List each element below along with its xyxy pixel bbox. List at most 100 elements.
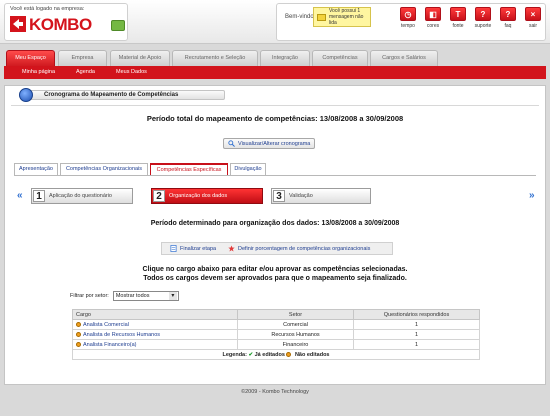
pending-status-icon [76, 321, 81, 327]
nav-tab-material-de-apoio[interactable]: Material de Apoio [110, 50, 170, 66]
cargo-cell[interactable]: Analista Comercial [72, 319, 238, 330]
table-row: Analista Financeiro(a) Financeiro 1 [72, 339, 480, 350]
finalize-step-label: Finalizar etapa [180, 245, 217, 252]
action-bar: Finalizar etapa Definir porcentagem de c… [161, 242, 393, 255]
setor-cell: Recursos Humanos [237, 329, 354, 340]
tab-divulgacao[interactable]: Divulgação [230, 163, 266, 175]
view-schedule-label: Visualizar/Alterar cronograma [238, 140, 311, 147]
kombo-logo-text: KOMBO [29, 15, 92, 34]
divider [11, 105, 539, 106]
legend-edited: Já editados [254, 351, 285, 358]
step-period: Período determinado para organização dos… [150, 220, 400, 227]
instruction-line-2: Todos os cargos devem ser aprovados para… [143, 275, 407, 282]
cargo-cell[interactable]: Analista de Recursos Humanos [72, 329, 238, 340]
tab-competencias-organizacionais[interactable]: Competências Organizacionais [60, 163, 148, 175]
tab-competencias-especificas[interactable]: Competências Específicas [150, 163, 228, 175]
quick-link-label: faq [504, 23, 512, 29]
chat-icon[interactable] [111, 20, 125, 31]
cargo-link[interactable]: Analista Financeiro(a) [83, 342, 137, 348]
nav-tab-integracao[interactable]: Integração [260, 50, 310, 66]
define-percentage-button[interactable]: Definir porcentagem de competências orga… [224, 243, 374, 254]
font-icon: T [450, 7, 466, 21]
sector-select[interactable]: Mostrar todos [112, 291, 179, 301]
setor-cell: Comercial [237, 319, 354, 330]
step-wizard: 1 Aplicação do questionário 2 Organizaçã… [31, 188, 371, 204]
document-icon [170, 245, 177, 252]
tab-apresentacao[interactable]: Apresentação [14, 163, 58, 175]
content-panel: Cronograma do Mapeamento de Competências… [4, 85, 546, 385]
nav-tab-cargos-salarios[interactable]: Cargos e Salários [370, 50, 438, 66]
step-label: Validação [289, 193, 313, 199]
message-notice[interactable]: Você possui 1 mensagem não lida [313, 7, 371, 27]
respondidos-cell: 1 [353, 319, 480, 330]
quick-link-faq[interactable]: ? faq [497, 7, 519, 29]
step-label: Aplicação do questionário [49, 193, 112, 199]
instruction-line-1: Clique no cargo abaixo para editar e/ou … [142, 266, 408, 273]
cargo-cell[interactable]: Analista Financeiro(a) [72, 339, 238, 350]
table-row: Analista de Recursos Humanos Recursos Hu… [72, 329, 480, 340]
legend-label: Legenda: [222, 351, 247, 358]
kombo-logo-icon [10, 16, 26, 32]
column-header-cargo: Cargo [72, 309, 238, 320]
step-label: Organização dos dados [169, 193, 228, 199]
column-header-setor: Setor [237, 309, 354, 320]
quick-link-sair[interactable]: × sair [522, 7, 544, 29]
top-bar: Você está logado na empresa: KOMBO Bem-v… [0, 0, 550, 44]
step-validacao[interactable]: 3 Validação [271, 188, 371, 204]
nav-tab-meu-espaco[interactable]: Meu Espaço [6, 50, 55, 66]
instructions: Clique no cargo abaixo para editar e/ou … [5, 265, 545, 283]
tab-divider [14, 175, 536, 176]
legend-cell: Legenda: ✔ Já editados Não editados [72, 349, 480, 360]
quick-link-fonte[interactable]: T fonte [447, 7, 469, 29]
pending-status-icon [76, 341, 81, 347]
sector-filter: Filtrar por setor: Mostrar todos [70, 291, 179, 301]
support-icon: ? [475, 7, 491, 21]
company-caption: Você está logado na empresa: [10, 6, 85, 12]
cargo-link[interactable]: Analista Comercial [83, 322, 129, 328]
nav-tab-competencias[interactable]: Competências [312, 50, 368, 66]
main-nav: Meu Espaço Empresa Material de Apoio Rec… [0, 48, 550, 66]
filter-label: Filtrar por setor: [70, 293, 109, 299]
view-schedule-button[interactable]: Visualizar/Alterar cronograma [223, 138, 316, 149]
subnav-meus-dados[interactable]: Meus Dados [116, 66, 147, 79]
total-period: Período total do mapeamento de competênc… [146, 114, 404, 123]
step-organizacao[interactable]: 2 Organização dos dados [151, 188, 263, 204]
magnifier-icon [228, 140, 235, 147]
nav-tab-empresa[interactable]: Empresa [58, 50, 107, 66]
quick-link-label: fonte [452, 23, 464, 29]
legend-row: Legenda: ✔ Já editados Não editados [72, 349, 480, 360]
previous-arrow-icon[interactable]: « [17, 190, 23, 201]
quick-link-label: sair [528, 23, 538, 29]
panel-header: Cronograma do Mapeamento de Competências [5, 86, 545, 106]
respondidos-cell: 1 [353, 339, 480, 350]
user-box: Bem-vindo Você possui 1 mensagem não lid… [276, 3, 546, 41]
next-arrow-icon[interactable]: » [529, 190, 535, 201]
table-row: Analista Comercial Comercial 1 [72, 319, 480, 330]
clock-icon: ◷ [400, 7, 416, 21]
company-logo-box: Você está logado na empresa: KOMBO [4, 3, 128, 41]
subnav-agenda[interactable]: Agenda [76, 66, 95, 79]
quick-link-label: suporte [474, 23, 492, 29]
column-header-questionarios: Questionários respondidos [353, 309, 480, 320]
quick-link-label: tempo [401, 23, 415, 29]
quick-link-suporte[interactable]: ? suporte [472, 7, 494, 29]
positions-table: Cargo Setor Questionários respondidos An… [72, 309, 480, 360]
step-number: 1 [33, 190, 45, 202]
quick-link-tempo[interactable]: ◷ tempo [397, 7, 419, 29]
pending-status-icon [286, 351, 292, 357]
legend-not-edited: Não editados [294, 351, 330, 358]
envelope-icon [317, 13, 326, 21]
step-aplicacao[interactable]: 1 Aplicação do questionário [31, 188, 133, 204]
footer: ©2009 - Kombo Technology [241, 389, 309, 395]
sub-nav: Minha página Agenda Meus Dados [4, 66, 546, 79]
subnav-minha-pagina[interactable]: Minha página [22, 66, 55, 79]
palette-icon: ◧ [425, 7, 441, 21]
check-icon: ✔ [248, 351, 254, 358]
panel-title: Cronograma do Mapeamento de Competências [29, 90, 225, 100]
step-number: 3 [273, 190, 285, 202]
quick-link-cores[interactable]: ◧ cores [422, 7, 444, 29]
cargo-link[interactable]: Analista de Recursos Humanos [83, 332, 160, 338]
quick-link-label: cores [426, 23, 440, 29]
nav-tab-recrutamento[interactable]: Recrutamento e Seleção [172, 50, 258, 66]
finalize-step-button[interactable]: Finalizar etapa [166, 243, 220, 254]
